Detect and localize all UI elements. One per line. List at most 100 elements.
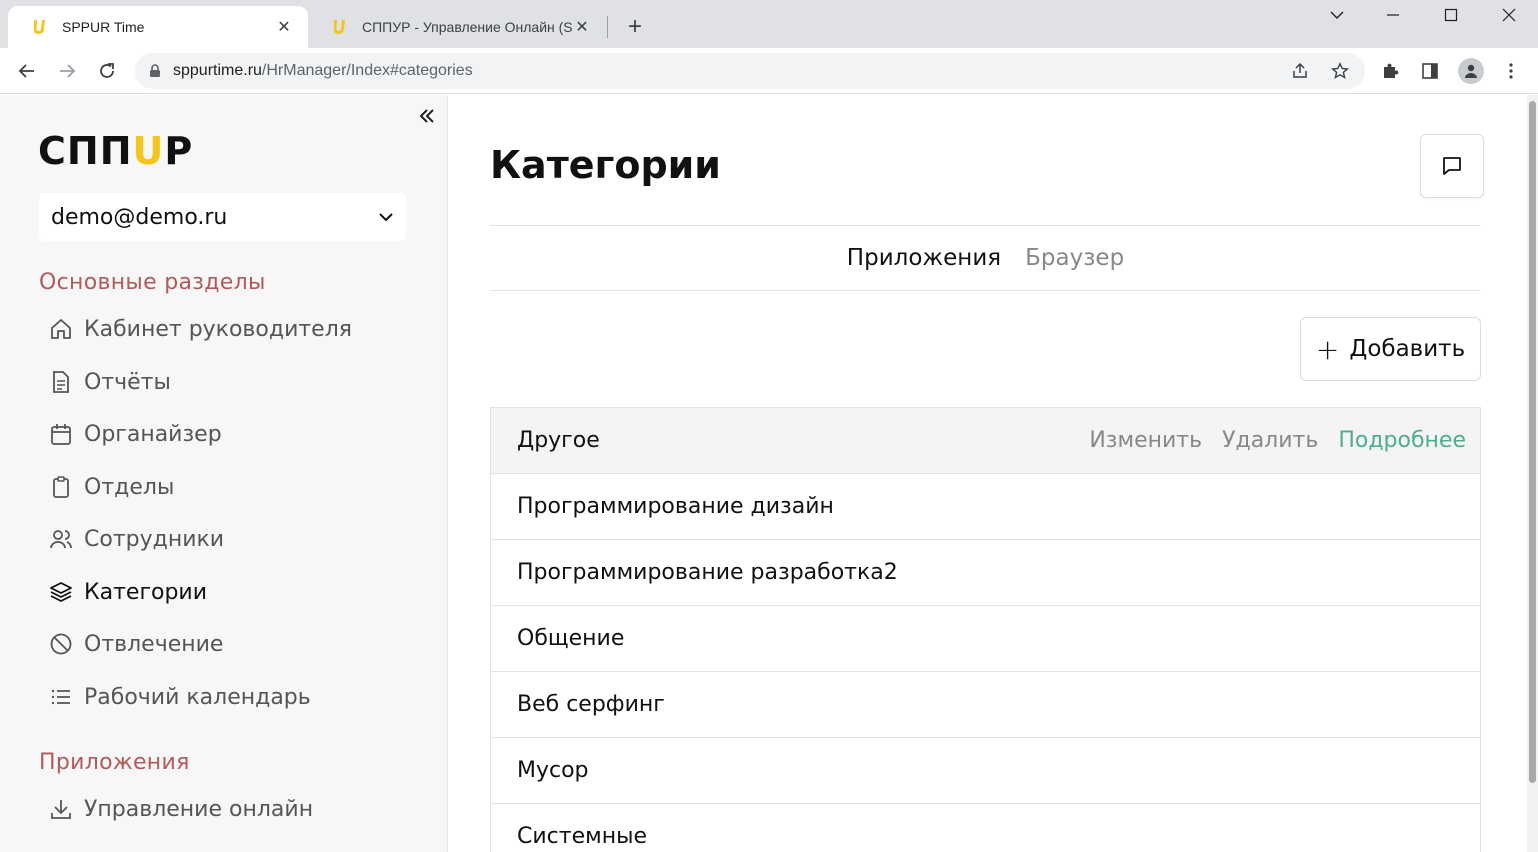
sidebar-item-employees[interactable]: Сотрудники bbox=[48, 519, 224, 559]
forward-button[interactable] bbox=[52, 56, 82, 86]
chevron-down-icon bbox=[379, 213, 393, 222]
category-name: Другое bbox=[517, 428, 600, 453]
profile-button[interactable] bbox=[1456, 56, 1486, 86]
close-icon[interactable]: ✕ bbox=[572, 17, 592, 37]
sidebar-item-label: Органайзер bbox=[84, 421, 222, 447]
message-square-icon bbox=[1443, 157, 1461, 175]
sidebar-item-organizer[interactable]: Органайзер bbox=[48, 414, 222, 454]
tab-search-button[interactable] bbox=[1308, 0, 1366, 30]
add-category-button[interactable]: + Добавить bbox=[1300, 317, 1481, 381]
lock-icon bbox=[150, 64, 160, 77]
address-bar[interactable]: sppurtime.ru/HrManager/Index#categories bbox=[135, 53, 1365, 89]
list-item[interactable]: Системные bbox=[491, 804, 1480, 852]
category-name: Программирование разработка2 bbox=[517, 560, 898, 585]
star-icon bbox=[1331, 62, 1349, 79]
tab-applications[interactable]: Приложения bbox=[847, 245, 1001, 271]
list-item[interactable]: Мусор bbox=[491, 738, 1480, 804]
sidebar-item-dashboard[interactable]: Кабинет руководителя bbox=[48, 309, 352, 349]
list-item[interactable]: Программирование дизайн bbox=[491, 474, 1480, 540]
scrollbar-thumb[interactable] bbox=[1529, 101, 1536, 783]
page: СПП U Р demo@demo.ru Основные разделы Каби… bbox=[0, 95, 1538, 852]
browser-tab-sppur-online[interactable]: СППУР - Управление Онлайн (S ✕ bbox=[308, 6, 606, 48]
delete-button[interactable]: Удалить bbox=[1222, 428, 1318, 453]
sppur-favicon-icon bbox=[33, 20, 45, 34]
category-name: Мусор bbox=[517, 758, 589, 783]
report-icon bbox=[48, 369, 74, 395]
extensions-button[interactable] bbox=[1375, 56, 1405, 86]
url-text: sppurtime.ru/HrManager/Index#categories bbox=[173, 62, 473, 79]
section-title-apps: Приложения bbox=[39, 750, 190, 775]
user-icon bbox=[1465, 64, 1477, 78]
minimize-icon bbox=[1387, 14, 1399, 16]
double-chevron-left-icon bbox=[419, 109, 434, 123]
side-panel-button[interactable] bbox=[1415, 56, 1445, 86]
sidebar-item-label: Отделы bbox=[84, 474, 175, 500]
puzzle-icon bbox=[1384, 63, 1399, 78]
calendar-icon bbox=[48, 421, 74, 447]
tab-browser[interactable]: Браузер bbox=[1025, 245, 1124, 271]
chevron-down-icon bbox=[1330, 11, 1344, 19]
sppur-logo[interactable]: СПП U Р bbox=[38, 129, 193, 173]
feedback-button[interactable] bbox=[1420, 134, 1484, 198]
window-close-button[interactable] bbox=[1480, 0, 1538, 30]
menu-button[interactable] bbox=[1496, 56, 1526, 86]
sidebar-item-label: Отвлечение bbox=[84, 631, 224, 657]
bookmark-button[interactable] bbox=[1325, 56, 1355, 86]
share-button[interactable] bbox=[1285, 56, 1315, 86]
users-icon bbox=[48, 526, 74, 552]
plus-icon: + bbox=[1315, 332, 1340, 366]
new-tab-button[interactable]: + bbox=[622, 13, 648, 40]
sidebar-item-work-calendar[interactable]: Рабочий календарь bbox=[48, 677, 311, 717]
maximize-button[interactable] bbox=[1422, 0, 1480, 30]
page-scrollbar[interactable] bbox=[1527, 95, 1538, 852]
close-icon[interactable]: ✕ bbox=[274, 17, 294, 37]
browser-tab-sppur-time[interactable]: SPPUR Time ✕ bbox=[8, 6, 308, 48]
share-icon bbox=[1293, 62, 1307, 78]
tab-title: SPPUR Time bbox=[62, 19, 145, 35]
sidebar-item-label: Рабочий календарь bbox=[84, 684, 311, 710]
maximize-icon bbox=[1444, 8, 1458, 22]
main-content: Категории Приложения Браузер + Добавить … bbox=[449, 95, 1527, 852]
browser-tabstrip: SPPUR Time ✕ СППУР - Управление Онлайн (… bbox=[0, 0, 1538, 48]
clipboard-icon bbox=[48, 474, 74, 500]
sidebar: СПП U Р demo@demo.ru Основные разделы Каби… bbox=[0, 95, 448, 852]
account-select[interactable]: demo@demo.ru bbox=[39, 193, 406, 241]
category-name: Системные bbox=[517, 824, 647, 849]
side-panel-icon bbox=[1422, 63, 1438, 79]
add-button-label: Добавить bbox=[1349, 336, 1466, 362]
edit-button[interactable]: Изменить bbox=[1089, 428, 1202, 453]
minimize-button[interactable] bbox=[1364, 0, 1422, 30]
details-button[interactable]: Подробнее bbox=[1338, 428, 1466, 453]
reload-button[interactable] bbox=[92, 56, 122, 86]
collapse-sidebar-button[interactable] bbox=[412, 101, 442, 131]
sidebar-item-online-management[interactable]: Управление онлайн bbox=[48, 789, 313, 829]
back-button[interactable] bbox=[12, 56, 42, 86]
sidebar-item-label: Отчёты bbox=[84, 369, 171, 395]
arrow-left-icon bbox=[18, 64, 34, 78]
category-name: Программирование дизайн bbox=[517, 494, 834, 519]
browser-toolbar: sppurtime.ru/HrManager/Index#categories bbox=[0, 48, 1538, 94]
home-icon bbox=[48, 316, 74, 342]
sppur-favicon-icon bbox=[333, 20, 345, 34]
sidebar-item-label: Кабинет руководителя bbox=[84, 316, 353, 342]
tab-separator bbox=[607, 16, 608, 38]
list-item[interactable]: Веб серфинг bbox=[491, 672, 1480, 738]
sidebar-item-distraction[interactable]: Отвлечение bbox=[48, 624, 223, 664]
arrow-right-icon bbox=[60, 64, 76, 78]
sidebar-item-departments[interactable]: Отделы bbox=[48, 467, 174, 507]
list-item[interactable]: Программирование разработка2 bbox=[491, 540, 1480, 606]
section-title-main: Основные разделы bbox=[39, 270, 266, 295]
sidebar-item-label: Управление онлайн bbox=[84, 796, 314, 822]
sidebar-item-label: Категории bbox=[84, 579, 208, 605]
layers-icon bbox=[48, 579, 74, 605]
category-name: Общение bbox=[517, 626, 625, 651]
sidebar-item-categories[interactable]: Категории bbox=[48, 572, 207, 612]
category-name: Веб серфинг bbox=[517, 692, 665, 717]
sidebar-item-reports[interactable]: Отчёты bbox=[48, 362, 171, 402]
ban-icon bbox=[48, 631, 74, 657]
sidebar-item-label: Сотрудники bbox=[84, 526, 225, 552]
list-item[interactable]: Другое Изменить Удалить Подробнее bbox=[491, 408, 1480, 474]
tab-title: СППУР - Управление Онлайн (S bbox=[362, 19, 572, 35]
more-vert-icon bbox=[1509, 63, 1513, 79]
list-item[interactable]: Общение bbox=[491, 606, 1480, 672]
